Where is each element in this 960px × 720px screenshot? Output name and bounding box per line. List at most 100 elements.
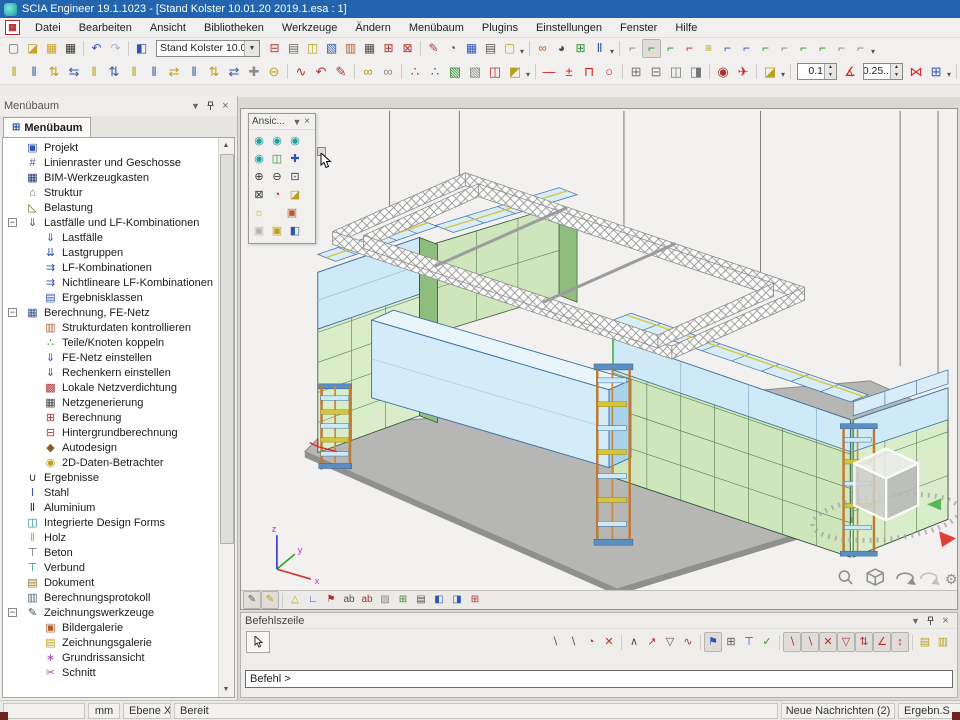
chevron-down-icon[interactable]: ▼ <box>244 41 259 56</box>
light-icon[interactable]: ☼ <box>251 205 268 222</box>
view-layout-3-icon[interactable]: ⌐ <box>661 39 680 58</box>
perspective-icon[interactable]: ◧ <box>287 223 304 240</box>
model-viewport[interactable]: x y z ⚙ Ansic... ▼ × ◉◉◉◉◫✚⊕⊖⊡⊠◔◪☼▣▣ <box>240 108 958 610</box>
snap-pick-1-icon[interactable]: ∖ <box>546 632 564 652</box>
save-icon[interactable]: ▦ <box>61 39 80 58</box>
snap-line-icon[interactable]: ∖ <box>783 632 801 652</box>
tree-item-aluminium[interactable]: ⅡAluminium <box>3 500 218 515</box>
search-icon[interactable]: ◕ <box>552 39 571 58</box>
window-split-2-icon[interactable]: ◨ <box>448 591 466 609</box>
copy-multi-icon[interactable]: ◩ <box>505 61 525 82</box>
tree-item-hintergrundberechnung[interactable]: ⊟Hintergrundberechnung <box>3 425 218 440</box>
tree-item-lf-kombinationen[interactable]: ⇉LF-Kombinationen <box>3 260 218 275</box>
snap-pick-2-icon[interactable]: ∖ <box>564 632 582 652</box>
spinner-up-icon[interactable]: ▲ <box>891 64 902 72</box>
couple-nodes-icon[interactable]: ∴ <box>405 61 425 82</box>
tree-item-stahl[interactable]: ⅠStahl <box>3 485 218 500</box>
view-layout-9-icon[interactable]: ⌐ <box>775 39 794 58</box>
tree-item-autodesign[interactable]: ◆Autodesign <box>3 440 218 455</box>
pin-icon[interactable] <box>923 614 938 628</box>
project-combobox[interactable]: Stand Kolster 10.01.20 20 ▼ <box>156 40 260 57</box>
gallery-icon[interactable]: ⊞ <box>379 39 398 58</box>
overflow-button[interactable]: ▾ <box>871 47 875 56</box>
copy-view-2-icon[interactable]: ⊟ <box>646 61 666 82</box>
text-labels-1-icon[interactable]: ab <box>340 591 358 609</box>
menu-ansicht[interactable]: Ansicht <box>141 18 195 37</box>
zoom-out-icon[interactable]: ⊖ <box>269 169 286 186</box>
snap-intersection-icon[interactable]: ✕ <box>819 632 837 652</box>
face-mode-icon[interactable]: ▽ <box>661 632 679 652</box>
menu-plugins[interactable]: Plugins <box>473 18 527 37</box>
uncouple-nodes-icon[interactable]: ∴ <box>425 61 445 82</box>
accept-icon[interactable]: ✓ <box>758 632 776 652</box>
spinner-down-icon[interactable]: ▼ <box>825 71 836 79</box>
tree-item-lokale-netzverdichtung[interactable]: ▩Lokale Netzverdichtung <box>3 380 218 395</box>
spinner-arrows[interactable]: ▲▼ <box>824 64 836 79</box>
close-icon[interactable]: × <box>938 614 953 628</box>
render-solid-icon[interactable]: ✎ <box>261 591 279 609</box>
tree-item-lastgruppen[interactable]: ⇊Lastgruppen <box>3 245 218 260</box>
snap-step-spinner[interactable]: 0.1 ▲▼ <box>797 63 837 80</box>
tree-item-teile-knoten-koppeln[interactable]: ∴Teile/Knoten koppeln <box>3 335 218 350</box>
member-tool-13-icon[interactable]: ✚ <box>244 61 264 82</box>
angle-snap-icon[interactable]: ∡ <box>840 61 860 82</box>
scroll-up-icon[interactable]: ▲ <box>219 138 233 153</box>
render-wireframe-icon[interactable]: ✎ <box>243 591 261 609</box>
spinner-arrows[interactable]: ▲▼ <box>890 64 902 79</box>
zoom-border-icon[interactable] <box>839 571 852 584</box>
view-layout-13-icon[interactable]: ⌐ <box>851 39 870 58</box>
camera-restore-icon[interactable]: ▣ <box>251 223 268 240</box>
view-layout-11-icon[interactable]: ⌐ <box>813 39 832 58</box>
dimension-icon[interactable]: ± <box>559 61 579 82</box>
zoom-in-icon[interactable]: ⊕ <box>251 169 268 186</box>
menu-bearbeiten[interactable]: Bearbeiten <box>70 18 141 37</box>
ortho-icon[interactable]: ⊤ <box>740 632 758 652</box>
view-layout-2-icon[interactable]: ⌐ <box>642 39 661 58</box>
document-app-icon[interactable]: ▦ <box>5 20 20 35</box>
overflow-button[interactable]: ▾ <box>781 70 785 79</box>
table-1-icon[interactable]: ▤ <box>916 632 934 652</box>
window-split-1-icon[interactable]: ◧ <box>430 591 448 609</box>
mesh-view-icon[interactable]: ⊞ <box>394 591 412 609</box>
tree-item-zeichnungswerkzeuge[interactable]: −✎Zeichnungswerkzeuge <box>3 605 218 620</box>
vertex-mode-icon[interactable]: ∧ <box>625 632 643 652</box>
orbit-vertical-icon[interactable] <box>921 573 940 585</box>
select-filter-1-icon[interactable]: ▧ <box>445 61 465 82</box>
print-preview-icon[interactable]: ◔ <box>443 39 462 58</box>
camera-store-icon[interactable]: ▣ <box>284 205 301 222</box>
member-tool-12-icon[interactable]: ⇄ <box>224 61 244 82</box>
view-settings-icon[interactable]: ⚙ <box>945 571 957 587</box>
visibility-2-icon[interactable]: ∞ <box>378 61 398 82</box>
section-view-icon[interactable]: Ⅱ <box>590 39 609 58</box>
member-tool-4-icon[interactable]: ⇆ <box>64 61 84 82</box>
named-selection-icon[interactable]: ▧ <box>322 39 341 58</box>
tree-item-schnitt[interactable]: ✂Schnitt <box>3 665 218 680</box>
fly-through-icon[interactable]: ✈ <box>733 61 753 82</box>
menu-werkzeuge[interactable]: Werkzeuge <box>273 18 346 37</box>
palette-header[interactable]: Ansic... ▼ × <box>249 114 315 130</box>
view-layout-4-icon[interactable]: ⌐ <box>680 39 699 58</box>
dot-grid-icon[interactable]: ⊞ <box>722 632 740 652</box>
snap-midpoint-icon[interactable]: ▽ <box>837 632 855 652</box>
clip-box-icon[interactable]: ◫ <box>269 151 286 168</box>
tree-item-fe-netz-einstellen[interactable]: ⇓FE-Netz einstellen <box>3 350 218 365</box>
selection-cursor-button[interactable] <box>246 631 270 653</box>
scroll-thumb[interactable] <box>220 154 234 544</box>
tree-item-bim-werkzeugkasten[interactable]: ▦BIM-Werkzeugkasten <box>3 170 218 185</box>
surface-shading-icon[interactable]: ▨ <box>376 591 394 609</box>
menu-einstellungen[interactable]: Einstellungen <box>527 18 611 37</box>
tree-item-beton[interactable]: ⊤Beton <box>3 545 218 560</box>
table-2-icon[interactable]: ▥ <box>934 632 952 652</box>
undo-icon[interactable]: ↶ <box>87 39 106 58</box>
collapse-toggle[interactable]: − <box>8 308 17 317</box>
plane-field[interactable]: Ebene XY <box>123 703 171 719</box>
tree-item-linienraster[interactable]: #Linienraster und Geschosse <box>3 155 218 170</box>
results-field[interactable]: Ergebn.S <box>898 703 960 719</box>
clipboard-link-icon[interactable]: ∞ <box>533 39 552 58</box>
zoom-all-icon[interactable]: ⊠ <box>251 187 268 204</box>
tree-item-zeichnungsgalerie[interactable]: ▤Zeichnungsgalerie <box>3 635 218 650</box>
tab-menubaum[interactable]: ⊞ Menübaum <box>3 117 91 137</box>
layers-icon[interactable]: ▤ <box>284 39 303 58</box>
open-project-icon[interactable]: ◪ <box>23 39 42 58</box>
red-eye-icon[interactable]: ◉ <box>713 61 733 82</box>
